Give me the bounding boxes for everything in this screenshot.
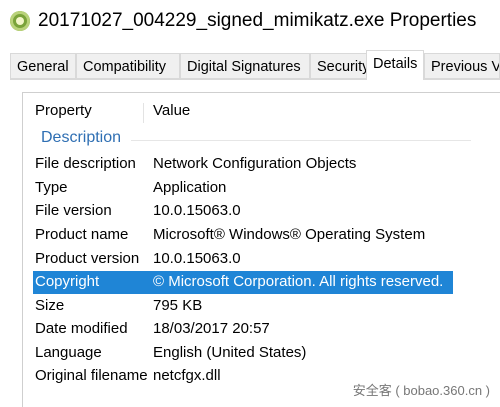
row-property: Product version (35, 250, 140, 267)
tab-divider (10, 79, 500, 80)
row-value: 10.0.15063.0 (153, 250, 241, 267)
column-header-property[interactable]: Property (35, 102, 92, 119)
row-property: Language (35, 344, 102, 361)
detail-row-selected[interactable]: Copyright © Microsoft Corporation. All r… (33, 271, 453, 294)
row-value: © Microsoft Corporation. All rights rese… (153, 273, 444, 290)
row-property: Type (35, 179, 68, 196)
row-value: 795 KB (153, 297, 203, 314)
row-property: Copyright (35, 273, 100, 290)
group-divider (131, 140, 471, 141)
tab-digital-signatures[interactable]: Digital Signatures (180, 53, 310, 79)
row-property: Size (35, 297, 65, 314)
detail-row[interactable]: File description Network Configuration O… (33, 153, 453, 176)
row-value: 18/03/2017 20:57 (153, 320, 270, 337)
row-value: Microsoft® Windows® Operating System (153, 226, 426, 243)
row-property: File version (35, 202, 112, 219)
row-property: Original filename (35, 367, 148, 384)
tab-general[interactable]: General (10, 53, 76, 79)
tab-previous-versions[interactable]: Previous Ve (424, 53, 500, 79)
window-title: 20171027_004229_signed_mimikatz.exe Prop… (38, 10, 477, 31)
row-property: File description (35, 155, 136, 172)
detail-row[interactable]: Product version 10.0.15063.0 (33, 248, 453, 271)
column-header-row: Property Value (23, 99, 500, 123)
row-value: Network Configuration Objects (153, 155, 357, 172)
group-description-label: Description (41, 129, 122, 146)
row-property: Product name (35, 226, 129, 243)
detail-row[interactable]: Type Application (33, 177, 453, 200)
detail-row[interactable]: Language English (United States) (33, 342, 453, 365)
tab-security[interactable]: Security (310, 53, 374, 79)
column-separator[interactable] (143, 103, 144, 123)
column-header-value[interactable]: Value (153, 102, 190, 119)
row-value: 10.0.15063.0 (153, 202, 241, 219)
detail-row[interactable]: Product name Microsoft® Windows® Operati… (33, 224, 453, 247)
detail-row[interactable]: Size 795 KB (33, 295, 453, 318)
tab-compatibility[interactable]: Compatibility (76, 53, 180, 79)
app-icon (10, 11, 30, 31)
details-list[interactable]: Property Value Description File descript… (22, 92, 500, 407)
detail-row[interactable]: Date modified 18/03/2017 20:57 (33, 318, 453, 341)
row-value: Application (153, 179, 227, 196)
tab-strip: General Compatibility Digital Signatures… (10, 50, 500, 80)
row-property: Date modified (35, 320, 128, 337)
detail-row[interactable]: File version 10.0.15063.0 (33, 200, 453, 223)
tab-details[interactable]: Details (366, 50, 424, 80)
row-value: netcfgx.dll (153, 367, 221, 384)
title-bar: 20171027_004229_signed_mimikatz.exe Prop… (0, 0, 500, 44)
watermark: 安全客 ( bobao.360.cn ) (352, 383, 490, 398)
row-value: English (United States) (153, 344, 307, 361)
